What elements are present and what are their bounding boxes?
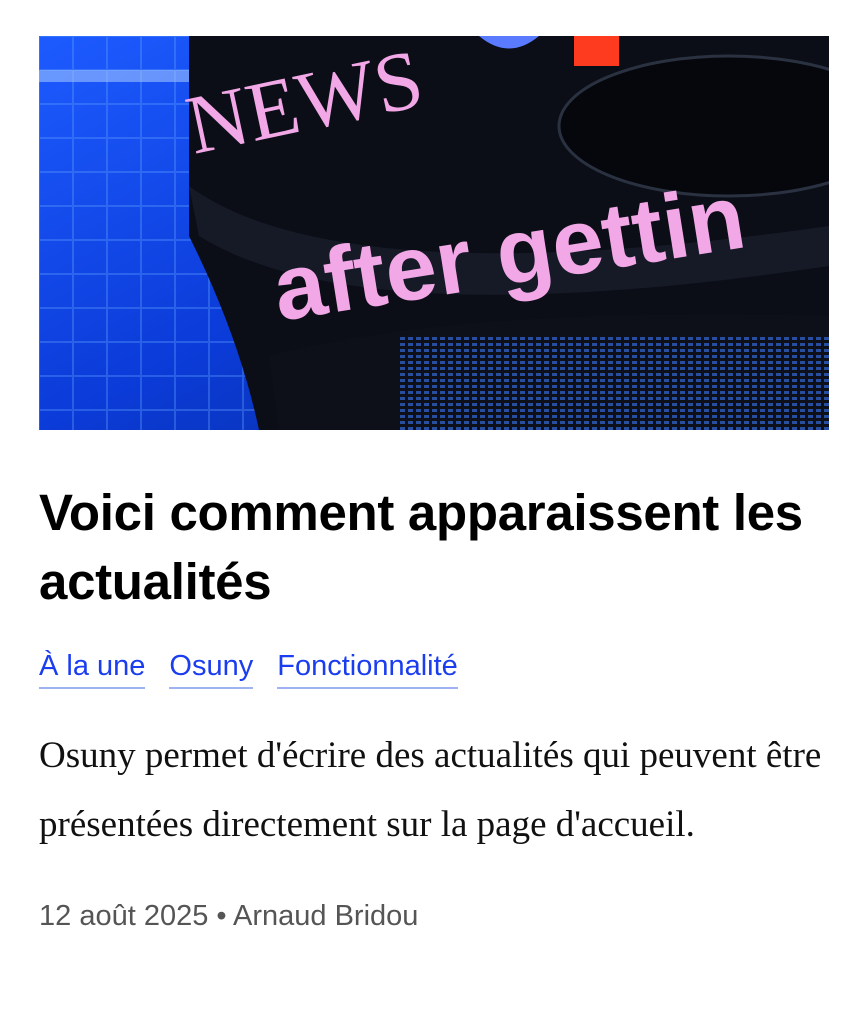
tag-fonctionnalite[interactable]: Fonctionnalité [277, 646, 458, 689]
article-summary: Osuny permet d'écrire des actualités qui… [39, 735, 822, 845]
tag-a-la-une[interactable]: À la une [39, 646, 146, 689]
article-date: 12 août 2025 [39, 900, 209, 932]
article-hero-image[interactable]: NEWS after gettin [39, 36, 829, 430]
article-title[interactable]: Voici comment apparaissent les actualité… [39, 478, 829, 616]
article-author: Arnaud Bridou [233, 900, 419, 932]
article-meta: 12 août 2025 • Arnaud Bridou [39, 896, 829, 936]
meta-separator: • [216, 900, 227, 932]
tag-osuny[interactable]: Osuny [169, 646, 254, 689]
article-card[interactable]: NEWS after gettin Voici comment apparais… [39, 36, 829, 936]
article-tags: À la une Osuny Fonctionnalité [39, 646, 829, 689]
